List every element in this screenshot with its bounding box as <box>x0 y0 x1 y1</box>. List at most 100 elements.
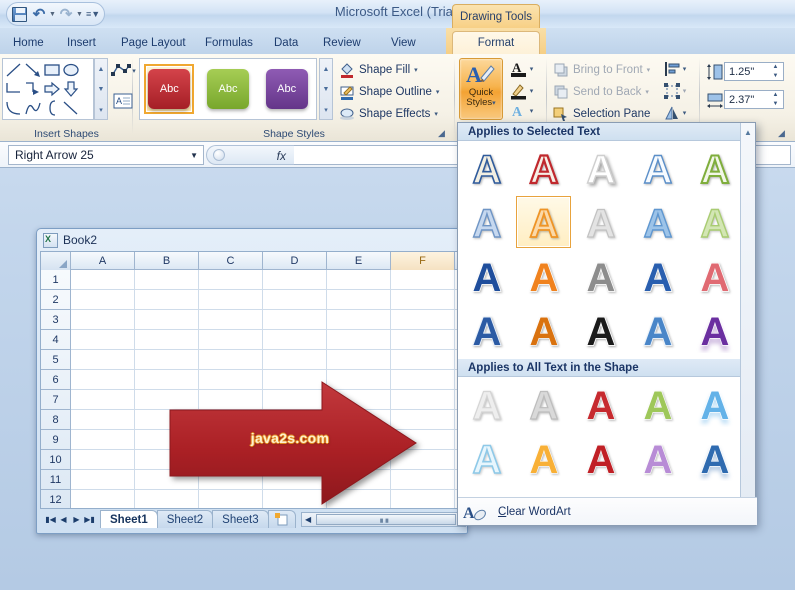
wordart-all-style-0-4[interactable]: A <box>687 378 742 430</box>
wordart-style-3-4[interactable]: A <box>687 304 742 356</box>
shape-effects-button[interactable]: Shape Effects ▾ <box>339 104 438 124</box>
wordart-style-0-3[interactable]: A <box>630 142 685 194</box>
wordart-all-style-0-2[interactable]: A <box>573 378 628 430</box>
shapes-gallery[interactable] <box>2 58 94 120</box>
name-box[interactable]: Right Arrow 25 ▼ <box>8 145 204 165</box>
elbow-arrow-connector-icon[interactable] <box>24 80 42 98</box>
styles-more-icon[interactable]: ▾ <box>320 100 332 119</box>
shape-fill-dropdown-icon[interactable]: ▾ <box>414 66 418 74</box>
column-header-f[interactable]: F <box>391 252 455 270</box>
wordart-style-3-0[interactable]: A <box>459 304 514 356</box>
row-header-10[interactable]: 10 <box>41 450 70 470</box>
wordart-all-style-0-1[interactable]: A <box>516 378 571 430</box>
wordart-style-2-3[interactable]: A <box>630 250 685 302</box>
cell-area[interactable]: java2s.com <box>71 270 465 508</box>
line-arrow-shape-icon[interactable] <box>24 61 42 79</box>
row-header-6[interactable]: 6 <box>41 370 70 390</box>
shape-outline-dropdown-icon[interactable]: ▾ <box>436 88 440 96</box>
shape-outline-button[interactable]: Shape Outline ▾ <box>339 82 439 102</box>
sheet-tab-sheet2[interactable]: Sheet2 <box>156 510 214 528</box>
align-dropdown-icon[interactable]: ▾ <box>683 65 687 73</box>
wordart-style-1-1-selected[interactable]: A <box>516 196 571 248</box>
tab-page-layout[interactable]: Page Layout <box>112 31 195 54</box>
arc-shape-icon[interactable] <box>5 99 23 117</box>
text-fill-dropdown-icon[interactable]: ▾ <box>530 65 534 73</box>
tab-format[interactable]: Format <box>452 31 540 54</box>
shapes-more-icon[interactable]: ▾ <box>95 100 107 119</box>
tab-home[interactable]: Home <box>4 31 53 54</box>
column-header-b[interactable]: B <box>135 252 199 270</box>
wordart-style-2-0[interactable]: A <box>459 250 514 302</box>
shape-styles-gallery[interactable]: Abc Abc Abc <box>139 58 317 120</box>
wordart-all-style-0-3[interactable]: A <box>630 378 685 430</box>
wordart-quick-styles-menu[interactable]: Applies to Selected Text A A A A A A A A… <box>457 122 757 526</box>
rotate-dropdown-icon[interactable]: ▾ <box>683 109 687 117</box>
row-header-1[interactable]: 1 <box>41 270 70 290</box>
row-header-3[interactable]: 3 <box>41 310 70 330</box>
wordart-style-2-4[interactable]: A <box>687 250 742 302</box>
tab-formulas[interactable]: Formulas <box>196 31 262 54</box>
tab-insert[interactable]: Insert <box>58 31 105 54</box>
wordart-style-0-1[interactable]: A <box>516 142 571 194</box>
last-sheet-icon[interactable]: ▶▮ <box>83 512 96 526</box>
curve-shape-icon[interactable] <box>24 99 42 117</box>
column-header-d[interactable]: D <box>263 252 327 270</box>
row-header-5[interactable]: 5 <box>41 350 70 370</box>
sheet-nav-buttons[interactable]: ▮◀ ◀ ▶ ▶▮ <box>40 512 100 526</box>
wordart-all-style-1-2[interactable]: A <box>573 432 628 484</box>
column-header-a[interactable]: A <box>71 252 135 270</box>
shape-height-input[interactable]: 1.25" ▲ ▼ <box>724 62 784 81</box>
quick-styles-button[interactable]: A Quick Styles▾ <box>459 58 503 120</box>
right-arrow-shape[interactable]: java2s.com <box>169 381 417 505</box>
shapes-scroll-up-icon[interactable]: ▲ <box>95 60 107 79</box>
wordart-all-style-1-4[interactable]: A <box>687 432 742 484</box>
down-arrow-shape-icon[interactable] <box>62 80 80 98</box>
shape-style-thumb-0[interactable]: Abc <box>144 64 195 114</box>
wordart-style-1-4[interactable]: A <box>687 196 742 248</box>
tab-review[interactable]: Review <box>314 31 370 54</box>
column-header-e[interactable]: E <box>327 252 391 270</box>
row-header-7[interactable]: 7 <box>41 390 70 410</box>
shapes-scroll-down-icon[interactable]: ▼ <box>95 80 107 99</box>
freeform-line-icon[interactable] <box>62 99 80 117</box>
wordart-style-0-0[interactable]: A <box>459 142 514 194</box>
send-to-back-dropdown-icon[interactable]: ▾ <box>645 88 649 96</box>
prev-sheet-icon[interactable]: ◀ <box>57 512 70 526</box>
selection-pane-button[interactable]: Selection Pane <box>553 104 650 124</box>
text-outline-dropdown-icon[interactable]: ▾ <box>530 87 534 95</box>
wordart-all-style-0-0[interactable]: A <box>459 378 514 430</box>
shape-width-stepper[interactable]: ▲ ▼ <box>769 92 782 107</box>
clear-wordart-button[interactable]: A Clear WordArt <box>458 497 757 525</box>
horizontal-scrollbar[interactable]: ◀ ▖▖ <box>300 511 466 527</box>
scroll-left-icon[interactable]: ◀ <box>302 512 315 526</box>
shape-width-input[interactable]: 2.37" ▲ ▼ <box>724 90 784 109</box>
text-effects-dropdown-icon[interactable]: ▾ <box>530 107 534 115</box>
bring-to-front-dropdown-icon[interactable]: ▾ <box>647 66 651 74</box>
oval-shape-icon[interactable] <box>62 61 80 79</box>
wordart-style-1-3[interactable]: A <box>630 196 685 248</box>
row-header-12[interactable]: 12 <box>41 490 70 508</box>
tab-data[interactable]: Data <box>265 31 307 54</box>
sheet-tab-sheet3[interactable]: Sheet3 <box>212 510 269 528</box>
wordart-style-0-4[interactable]: A <box>687 142 742 194</box>
wordart-style-2-2[interactable]: A <box>573 250 628 302</box>
wordart-style-3-3[interactable]: A <box>630 304 685 356</box>
insert-function-dot-icon[interactable] <box>213 149 225 161</box>
tab-view[interactable]: View <box>382 31 425 54</box>
bring-to-front-button[interactable]: Bring to Front ▾ <box>553 60 650 80</box>
styles-scroll-down-icon[interactable]: ▼ <box>320 80 332 99</box>
row-header-4[interactable]: 4 <box>41 330 70 350</box>
wordart-all-style-1-3[interactable]: A <box>630 432 685 484</box>
size-dialog-launcher-icon[interactable]: ◢ <box>778 128 789 139</box>
worksheet-grid[interactable]: A B C D E F 1 2 3 4 5 6 7 8 9 10 11 12 j… <box>40 251 466 509</box>
column-header-c[interactable]: C <box>199 252 263 270</box>
shape-style-thumb-1[interactable]: Abc <box>203 64 253 114</box>
horizontal-scroll-thumb[interactable]: ▖▖ <box>315 513 456 525</box>
send-to-back-button[interactable]: Send to Back ▾ <box>553 82 649 102</box>
elbow-connector-icon[interactable] <box>5 80 23 98</box>
line-shape-icon[interactable] <box>5 61 23 79</box>
wordart-all-style-1-1[interactable]: A <box>516 432 571 484</box>
wordart-style-1-2[interactable]: A <box>573 196 628 248</box>
rectangle-shape-icon[interactable] <box>43 61 61 79</box>
wordart-menu-scrollbar[interactable]: ▲ ▼ <box>740 123 755 509</box>
